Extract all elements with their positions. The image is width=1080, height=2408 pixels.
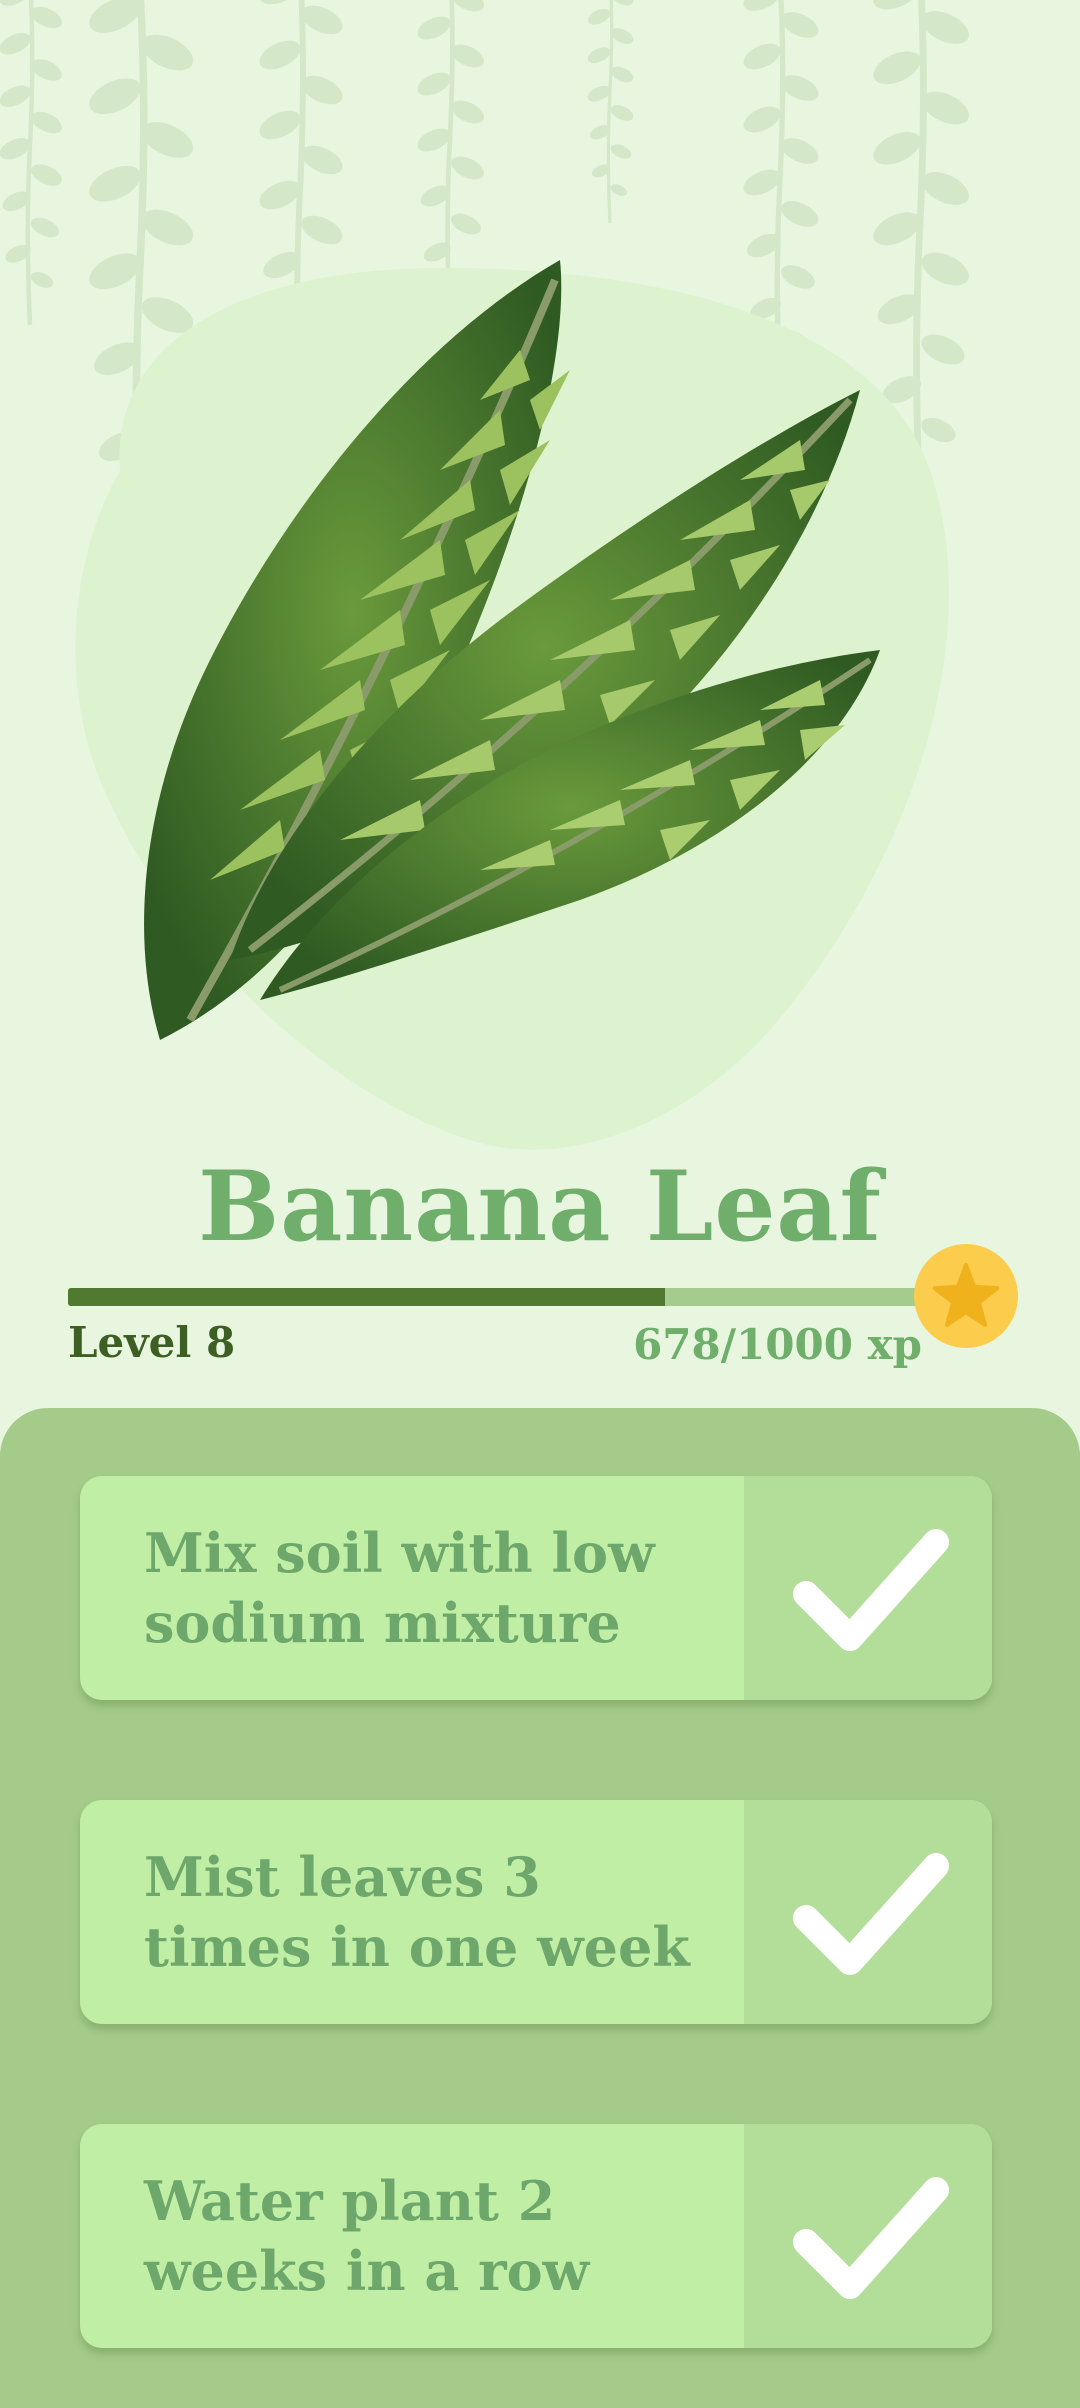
checkmark-icon	[793, 1528, 949, 1651]
star-icon	[932, 1263, 1000, 1327]
banana-leaf-illustration	[144, 260, 880, 1040]
checkmark-icon	[793, 2176, 949, 2299]
task-complete-button[interactable]	[744, 2124, 992, 2348]
tasks-panel: Mix soil with low sodium mixture Mist le…	[0, 1408, 1080, 2408]
task-label: Mist leaves 3 times in one week	[144, 1845, 690, 1979]
task-label: Mix soil with low sodium mixture	[144, 1521, 655, 1655]
xp-progress-bar	[68, 1288, 948, 1306]
task-card: Mist leaves 3 times in one week	[80, 1800, 992, 2024]
level-badge[interactable]	[914, 1244, 1018, 1348]
task-complete-button[interactable]	[744, 1476, 992, 1700]
task-card: Mix soil with low sodium mixture	[80, 1476, 992, 1700]
task-complete-button[interactable]	[744, 1800, 992, 2024]
xp-label: 678/1000 xp	[633, 1320, 922, 1369]
task-label: Water plant 2 weeks in a row	[144, 2169, 590, 2303]
xp-progress-fill	[68, 1288, 665, 1306]
plant-name: Banana Leaf	[198, 1150, 882, 1263]
checkmark-icon	[793, 1852, 949, 1975]
task-card: Water plant 2 weeks in a row	[80, 2124, 992, 2348]
level-label: Level 8	[68, 1318, 236, 1367]
